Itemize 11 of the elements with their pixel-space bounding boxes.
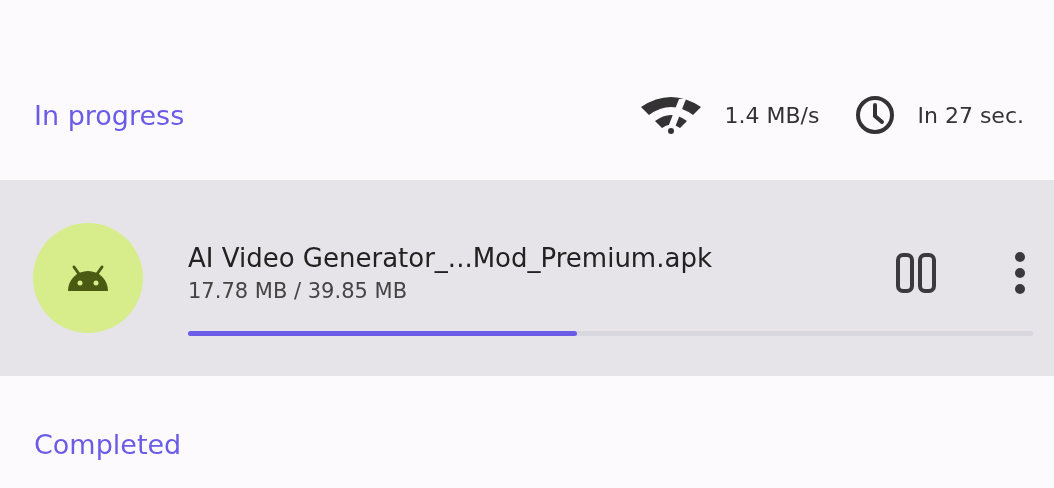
file-size: 17.78 MB / 39.85 MB: [188, 278, 409, 303]
pause-icon: [896, 252, 936, 293]
file-name: AI Video Generator_...Mod_Premium.apk: [188, 242, 713, 273]
section-title: Completed: [34, 428, 182, 460]
more-button[interactable]: [1014, 250, 1026, 295]
clock-icon: [853, 94, 896, 136]
section-title: In progress: [34, 99, 185, 131]
speed-text: 1.4 MB/s: [724, 102, 820, 128]
more-icon: [1014, 250, 1026, 295]
time-remaining: In 27 sec.: [917, 102, 1024, 128]
pause-button[interactable]: [896, 252, 936, 293]
